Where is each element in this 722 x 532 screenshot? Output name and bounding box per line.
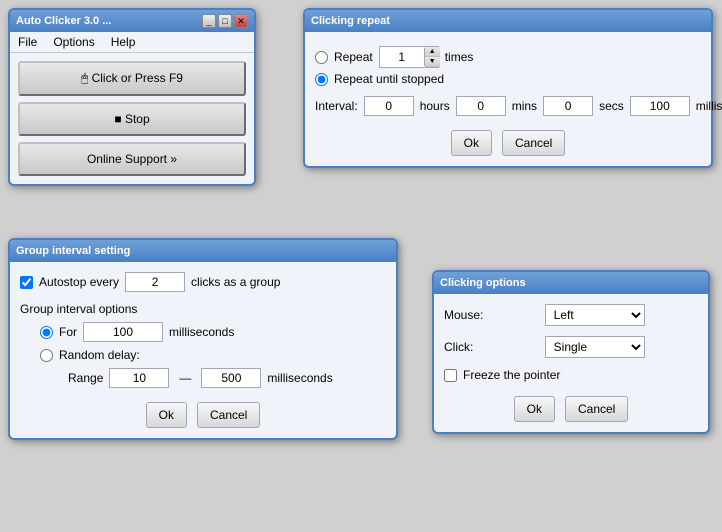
clicking-repeat-title-bar: Clicking repeat: [305, 10, 711, 32]
clicking-repeat-ok-button[interactable]: Ok: [451, 130, 492, 156]
for-radio[interactable]: [40, 326, 53, 339]
ms-label: milliseconds: [696, 99, 722, 113]
repeat-spinbox: ▲ ▼: [379, 46, 439, 68]
range-suffix: milliseconds: [267, 371, 332, 385]
click-or-press-button[interactable]: 🖱 Click or Press F9: [18, 61, 246, 96]
range-dash: —: [179, 371, 191, 385]
group-interval-cancel-button[interactable]: Cancel: [197, 402, 260, 428]
autostop-label: Autostop every: [39, 275, 119, 289]
mins-label: mins: [512, 99, 537, 113]
for-label: For: [59, 325, 77, 339]
menu-file[interactable]: File: [14, 34, 41, 50]
hours-input[interactable]: [364, 96, 414, 116]
freeze-pointer-row: Freeze the pointer: [444, 368, 698, 382]
group-options-label: Group interval options: [20, 302, 386, 316]
repeat-label: Repeat: [334, 50, 373, 64]
repeat-value-input[interactable]: [380, 48, 425, 66]
menu-options[interactable]: Options: [49, 34, 98, 50]
range-label: Range: [68, 371, 103, 385]
for-suffix: milliseconds: [169, 325, 234, 339]
autostop-row: Autostop every clicks as a group: [20, 272, 386, 292]
click-icon: 🖱: [81, 71, 88, 85]
range-to-input[interactable]: [201, 368, 261, 388]
ms-input[interactable]: [630, 96, 690, 116]
repeat-until-group: Repeat until stopped: [315, 72, 701, 86]
group-interval-title-bar: Group interval setting: [10, 240, 396, 262]
auto-clicker-title: Auto Clicker 3.0 ...: [16, 15, 111, 27]
spinbox-inner: ▲ ▼: [380, 47, 438, 67]
mouse-label: Mouse:: [444, 308, 537, 322]
hours-label: hours: [420, 99, 450, 113]
clicking-repeat-window: Clicking repeat Repeat ▲ ▼ times Repeat …: [303, 8, 713, 168]
click-type-label: Click:: [444, 340, 537, 354]
autostop-checkbox[interactable]: [20, 276, 33, 289]
clicking-repeat-title: Clicking repeat: [311, 15, 390, 27]
times-label: times: [445, 50, 474, 64]
menu-bar: File Options Help: [10, 32, 254, 53]
repeat-until-radio[interactable]: [315, 73, 328, 86]
spinbox-up-arrow[interactable]: ▲: [425, 47, 440, 57]
minimize-button[interactable]: _: [202, 14, 216, 28]
for-value-input[interactable]: [83, 322, 163, 342]
autostop-value-input[interactable]: [125, 272, 185, 292]
clicking-options-btn-row: Ok Cancel: [444, 396, 698, 422]
online-support-button[interactable]: Online Support »: [18, 142, 246, 176]
restore-button[interactable]: □: [218, 14, 232, 28]
group-interval-content: Autostop every clicks as a group Group i…: [10, 262, 396, 438]
clicking-repeat-content: Repeat ▲ ▼ times Repeat until stopped In…: [305, 32, 711, 166]
auto-clicker-window: Auto Clicker 3.0 ... _ □ ✕ File Options …: [8, 8, 256, 186]
for-row: For milliseconds: [40, 322, 386, 342]
range-from-input[interactable]: [109, 368, 169, 388]
random-delay-label: Random delay:: [59, 348, 140, 362]
repeat-times-radio[interactable]: [315, 51, 328, 64]
clicking-options-window: Clicking options Mouse: Left Middle Righ…: [432, 270, 710, 434]
interval-row: Interval: hours mins secs milliseconds: [315, 96, 701, 116]
random-radio[interactable]: [40, 349, 53, 362]
clicking-repeat-btn-row: Ok Cancel: [315, 130, 701, 156]
spinbox-down-arrow[interactable]: ▼: [425, 57, 440, 67]
title-bar-buttons: _ □ ✕: [202, 14, 248, 28]
mins-input[interactable]: [456, 96, 506, 116]
autostop-suffix: clicks as a group: [191, 275, 280, 289]
secs-label: secs: [599, 99, 624, 113]
spinbox-arrows: ▲ ▼: [425, 47, 440, 67]
group-interval-title: Group interval setting: [16, 245, 130, 257]
group-interval-btn-row: Ok Cancel: [20, 402, 386, 428]
clicking-options-title: Clicking options: [440, 277, 526, 289]
menu-help[interactable]: Help: [107, 34, 140, 50]
clicking-options-cancel-button[interactable]: Cancel: [565, 396, 628, 422]
clicking-options-ok-button[interactable]: Ok: [514, 396, 555, 422]
auto-clicker-title-bar: Auto Clicker 3.0 ... _ □ ✕: [10, 10, 254, 32]
mouse-select[interactable]: Left Middle Right: [545, 304, 645, 326]
range-row: Range — milliseconds: [68, 368, 386, 388]
click-btn-label: Click or Press F9: [92, 71, 183, 85]
freeze-label: Freeze the pointer: [463, 368, 560, 382]
clicking-options-content: Mouse: Left Middle Right Click: Single D…: [434, 294, 708, 432]
click-select[interactable]: Single Double: [545, 336, 645, 358]
clicking-options-title-bar: Clicking options: [434, 272, 708, 294]
clicking-repeat-cancel-button[interactable]: Cancel: [502, 130, 565, 156]
group-interval-ok-button[interactable]: Ok: [146, 402, 187, 428]
repeat-until-label: Repeat until stopped: [334, 72, 444, 86]
freeze-checkbox[interactable]: [444, 369, 457, 382]
close-button[interactable]: ✕: [234, 14, 248, 28]
random-delay-row: Random delay:: [40, 348, 386, 362]
repeat-radio-group: Repeat ▲ ▼ times: [315, 46, 701, 68]
options-grid: Mouse: Left Middle Right Click: Single D…: [444, 304, 698, 358]
stop-button[interactable]: ■ Stop: [18, 102, 246, 136]
autoclicker-content: 🖱 Click or Press F9 ■ Stop Online Suppor…: [10, 53, 254, 184]
interval-label: Interval:: [315, 99, 358, 113]
group-interval-window: Group interval setting Autostop every cl…: [8, 238, 398, 440]
secs-input[interactable]: [543, 96, 593, 116]
